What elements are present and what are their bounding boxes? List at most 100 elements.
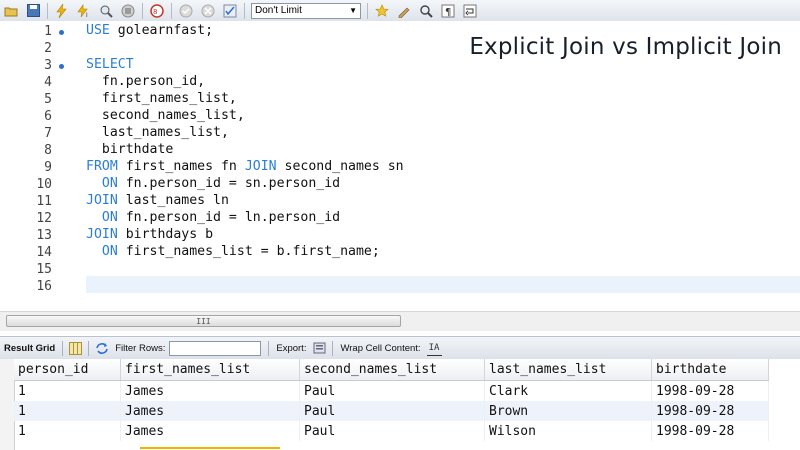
bookmark-star-icon[interactable] xyxy=(373,2,391,19)
sql-text: fn.person_id = ln.person_id xyxy=(117,210,341,225)
refresh-icon[interactable] xyxy=(94,341,109,356)
find-icon[interactable] xyxy=(417,2,435,19)
line-number: 3 xyxy=(44,58,52,73)
accent-underline xyxy=(140,447,280,449)
grid-view-icon[interactable] xyxy=(68,341,83,356)
wrap-cell-icon[interactable]: IA xyxy=(426,340,442,356)
scrollbar-thumb[interactable]: III xyxy=(6,315,401,327)
table-row[interactable]: 1 James Paul Clark 1998-09-28 xyxy=(14,380,769,401)
scrollbar-grip: III xyxy=(196,316,211,326)
line-number: 1 xyxy=(44,24,52,39)
sql-text: last_names_list, xyxy=(86,125,229,140)
column-header[interactable]: person_id xyxy=(14,359,121,381)
code-line: JOIN last_names ln xyxy=(86,193,229,208)
row-header-column xyxy=(0,359,15,450)
autocommit-icon[interactable] xyxy=(221,2,239,19)
table-cell[interactable]: Brown xyxy=(484,401,652,421)
execute-lightning-icon[interactable] xyxy=(53,2,71,19)
table-cell[interactable]: 1 xyxy=(14,421,121,441)
result-toolbar: Result Grid Filter Rows: Export: Wrap Ce… xyxy=(0,336,800,360)
beautify-icon[interactable] xyxy=(395,2,413,19)
wrap-cell-content-label: Wrap Cell Content: xyxy=(340,342,421,354)
limit-rows-select[interactable]: Don't Limit ▼ xyxy=(251,2,361,19)
sql-keyword: SELECT xyxy=(86,57,134,72)
toolbar-separator xyxy=(332,340,334,356)
code-line: second_names_list, xyxy=(86,108,245,123)
rollback-icon[interactable] xyxy=(199,2,217,19)
line-number: 12 xyxy=(36,211,52,226)
statement-marker-icon xyxy=(59,64,64,69)
open-folder-icon[interactable] xyxy=(2,2,20,19)
limit-rows-value: Don't Limit xyxy=(255,5,302,16)
toolbar-separator xyxy=(47,2,48,19)
column-header[interactable]: first_names_list xyxy=(120,359,300,381)
table-cell[interactable]: Clark xyxy=(484,380,652,401)
column-header[interactable]: last_names_list xyxy=(484,359,652,381)
stop-icon[interactable] xyxy=(119,2,137,19)
current-line-highlight xyxy=(86,276,800,293)
sql-keyword: FROM xyxy=(86,159,118,174)
export-icon[interactable] xyxy=(312,341,327,356)
table-cell[interactable]: Paul xyxy=(299,380,485,401)
line-number: 16 xyxy=(36,279,52,294)
toolbar-separator xyxy=(244,2,245,19)
table-cell[interactable]: Paul xyxy=(299,401,485,421)
table-cell[interactable]: 1998-09-28 xyxy=(651,421,769,441)
line-number: 7 xyxy=(44,126,52,141)
table-row[interactable]: 1 James Paul Brown 1998-09-28 xyxy=(14,401,769,421)
table-header-row: person_id first_names_list second_names_li… xyxy=(14,359,769,381)
line-number: 15 xyxy=(36,262,52,277)
table-cell[interactable]: Wilson xyxy=(484,421,652,441)
sql-keyword: ON xyxy=(101,176,118,191)
invisible-chars-icon[interactable]: ¶ xyxy=(439,2,457,19)
code-line: JOIN birthdays b xyxy=(86,227,213,242)
sql-text: fn.person_id = sn.person_id xyxy=(117,176,341,191)
save-icon[interactable] xyxy=(24,2,42,19)
table-cell[interactable]: 1 xyxy=(14,380,121,401)
commit-icon[interactable] xyxy=(177,2,195,19)
toolbar-separator xyxy=(142,2,143,19)
sql-text: birthdate xyxy=(86,142,174,157)
column-header[interactable]: second_names_list xyxy=(299,359,485,381)
explain-magnifier-icon[interactable] xyxy=(97,2,115,19)
code-line: SELECT xyxy=(86,57,134,72)
code-line: FROM first_names fn JOIN second_names sn xyxy=(86,159,404,174)
code-line: first_names_list, xyxy=(86,91,237,106)
sql-text: first_names fn xyxy=(117,159,245,174)
toggle-results-icon[interactable]: 8 xyxy=(148,2,166,19)
sql-text: last_names ln xyxy=(117,193,229,208)
editor-toolbar: I 8 Don't Limit ▼ ¶ xyxy=(0,0,800,22)
execute-current-icon[interactable]: I xyxy=(75,2,93,19)
table-cell[interactable]: Paul xyxy=(299,421,485,441)
line-number: 6 xyxy=(44,109,52,124)
table-cell[interactable]: 1998-09-28 xyxy=(651,401,769,421)
line-number: 8 xyxy=(44,143,52,158)
line-number: 2 xyxy=(44,41,52,56)
result-grid[interactable]: person_id first_names_list second_names_li… xyxy=(0,359,800,450)
sql-text: second_names sn xyxy=(276,159,404,174)
sql-keyword: JOIN xyxy=(244,159,277,174)
table-cell[interactable]: James xyxy=(120,380,300,401)
sql-editor[interactable]: 1 2 3 4 5 6 7 8 9 10 11 12 13 14 15 16 USE golearnfast;… xyxy=(0,21,800,311)
results-table[interactable]: person_id first_names_list second_names_li… xyxy=(14,359,769,441)
filter-rows-label: Filter Rows: xyxy=(115,342,166,354)
line-number: 14 xyxy=(36,245,52,260)
table-cell[interactable]: 1998-09-28 xyxy=(651,380,769,401)
table-cell[interactable]: James xyxy=(120,401,300,421)
column-header[interactable]: birthdate xyxy=(651,359,769,381)
result-grid-tab[interactable]: Result Grid xyxy=(4,343,55,354)
sql-keyword: ON xyxy=(101,210,118,225)
filter-rows-input[interactable] xyxy=(169,340,262,356)
code-line: ON fn.person_id = sn.person_id xyxy=(86,176,340,191)
table-cell[interactable]: 1 xyxy=(14,401,121,421)
sql-text: birthdays b xyxy=(117,227,214,242)
sql-keyword: USE xyxy=(86,23,110,38)
editor-horizontal-scrollbar[interactable]: III xyxy=(0,311,800,331)
sql-text: golearnfast; xyxy=(109,23,214,38)
table-cell[interactable]: James xyxy=(120,421,300,441)
wrap-icon[interactable] xyxy=(461,2,479,19)
table-row[interactable]: 1 James Paul Wilson 1998-09-28 xyxy=(14,421,769,441)
